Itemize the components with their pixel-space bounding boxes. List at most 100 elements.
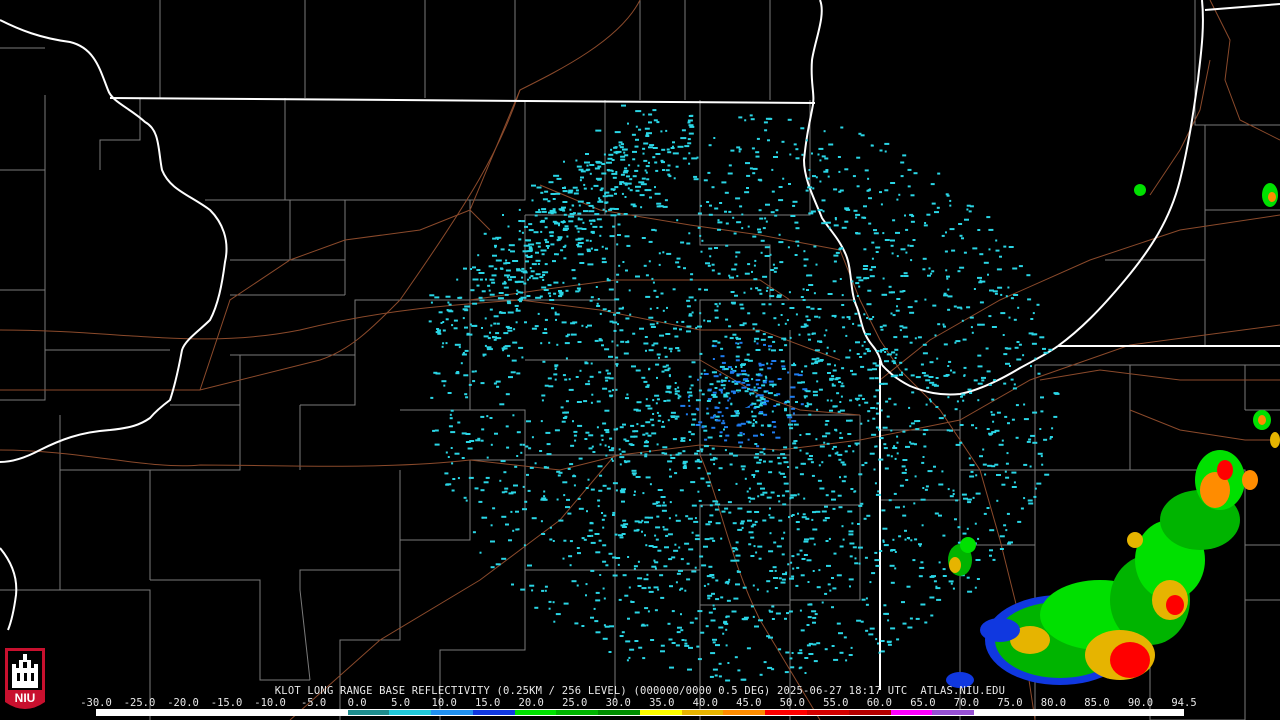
echo-speck <box>776 295 782 298</box>
echo-speck <box>451 489 455 492</box>
echo-speck <box>757 379 761 381</box>
echo-speck <box>720 537 723 540</box>
echo-speck <box>807 274 813 277</box>
echo-speck <box>746 383 751 386</box>
echo-speck <box>708 247 713 250</box>
echo-speck <box>663 346 667 349</box>
echo-speck <box>664 355 668 358</box>
echo-speck <box>550 211 557 214</box>
echo-speck <box>1007 422 1010 425</box>
echo-speck <box>922 433 926 436</box>
echo-speck <box>651 228 656 231</box>
echo-speck <box>928 267 931 270</box>
echo-speck <box>432 429 436 432</box>
echo-speck <box>861 398 865 400</box>
echo-speck <box>843 636 847 639</box>
echo-speck <box>540 342 543 345</box>
echo-speck <box>613 208 619 210</box>
echo-speck <box>770 269 775 271</box>
echo-speck <box>933 580 937 583</box>
echo-speck <box>959 234 963 237</box>
echo-speck <box>986 507 990 509</box>
echo-speck <box>929 575 935 578</box>
echo-speck <box>644 127 650 130</box>
colorbar-segment <box>723 710 766 715</box>
echo-speck <box>717 272 721 275</box>
echo-speck <box>743 291 746 294</box>
echo-speck <box>508 248 511 251</box>
echo-speck <box>602 587 605 590</box>
echo-speck <box>756 588 759 591</box>
echo-speck <box>611 459 614 462</box>
echo-speck <box>863 265 869 267</box>
echo-speck <box>638 646 643 649</box>
echo-speck <box>959 266 965 269</box>
echo-speck <box>700 448 704 451</box>
storm-cell <box>980 618 1020 642</box>
echo-speck <box>636 528 640 531</box>
echo-speck <box>937 323 941 326</box>
echo-speck <box>511 359 517 362</box>
echo-speck <box>751 270 753 273</box>
echo-speck <box>712 607 716 610</box>
echo-speck <box>962 532 967 535</box>
colorbar-segment <box>222 710 265 715</box>
echo-speck <box>660 496 666 498</box>
echo-speck <box>621 631 625 634</box>
echo-speck <box>590 231 593 234</box>
echo-speck <box>830 399 833 402</box>
echo-speck <box>774 214 778 217</box>
echo-speck <box>931 202 936 205</box>
echo-speck <box>576 287 581 290</box>
echo-speck <box>516 372 521 375</box>
echo-speck <box>649 144 655 147</box>
echo-speck <box>755 287 759 290</box>
echo-speck <box>549 538 553 541</box>
echo-speck <box>721 181 727 184</box>
echo-speck <box>781 140 785 143</box>
echo-speck <box>607 445 610 448</box>
echo-speck <box>752 235 757 238</box>
echo-speck <box>1054 392 1060 395</box>
echo-speck <box>734 382 739 385</box>
echo-speck <box>999 255 1002 258</box>
echo-speck <box>813 292 816 295</box>
echo-speck <box>1034 487 1037 490</box>
echo-speck <box>755 453 760 456</box>
echo-speck <box>652 147 658 149</box>
echo-speck <box>840 461 845 464</box>
echo-speck <box>554 368 557 370</box>
echo-speck <box>1005 295 1008 298</box>
echo-speck <box>644 534 646 537</box>
echo-speck <box>727 662 730 664</box>
echo-speck <box>931 383 937 386</box>
colorbar-segment <box>556 710 599 715</box>
echo-speck <box>666 148 670 151</box>
echo-speck <box>778 500 781 503</box>
echo-speck <box>882 324 887 327</box>
echo-speck <box>619 329 624 332</box>
echo-speck <box>744 390 749 393</box>
echo-speck <box>883 544 889 547</box>
echo-speck <box>448 425 453 428</box>
echo-speck <box>676 572 681 575</box>
echo-speck <box>839 401 842 403</box>
echo-speck <box>768 471 773 474</box>
echo-speck <box>732 392 736 395</box>
echo-speck <box>968 457 971 460</box>
echo-speck <box>922 456 925 458</box>
echo-speck <box>442 321 445 323</box>
echo-speck <box>591 445 594 448</box>
echo-speck <box>756 137 760 140</box>
echo-speck <box>807 186 813 189</box>
echo-speck <box>800 574 805 577</box>
echo-speck <box>801 558 806 560</box>
echo-speck <box>501 557 507 560</box>
echo-speck <box>521 267 525 270</box>
echo-speck <box>878 428 881 431</box>
echo-speck <box>704 538 710 541</box>
scale-label: 90.0 <box>1127 697 1154 709</box>
echo-speck <box>962 338 967 341</box>
echo-speck <box>531 517 537 520</box>
echo-speck <box>949 199 952 202</box>
